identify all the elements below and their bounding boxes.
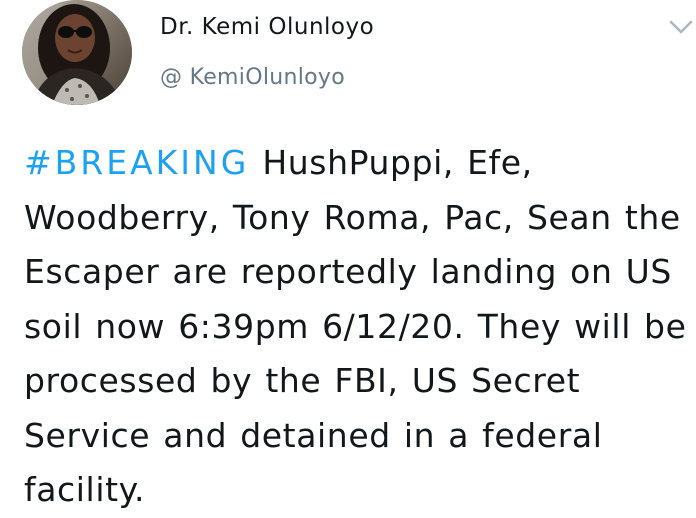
avatar[interactable] [22,0,132,105]
hashtag-link[interactable]: #BREAKING [24,143,249,182]
user-handle[interactable]: @ KemiOlunloyo [160,65,345,90]
display-name[interactable]: Dr. Kemi Olunloyo [160,14,374,40]
tweet-body: HushPuppi, Efe, Woodberry, Tony Roma, Pa… [24,143,687,509]
profile-photo-icon [22,0,132,105]
tweet-menu-button[interactable] [668,18,694,36]
tweet-card: Dr. Kemi Olunloyo @ KemiOlunloyo #BREAKI… [0,0,696,510]
chevron-down-icon [669,20,693,34]
tweet-text: #BREAKING HushPuppi, Efe, Woodberry, Ton… [24,136,692,518]
